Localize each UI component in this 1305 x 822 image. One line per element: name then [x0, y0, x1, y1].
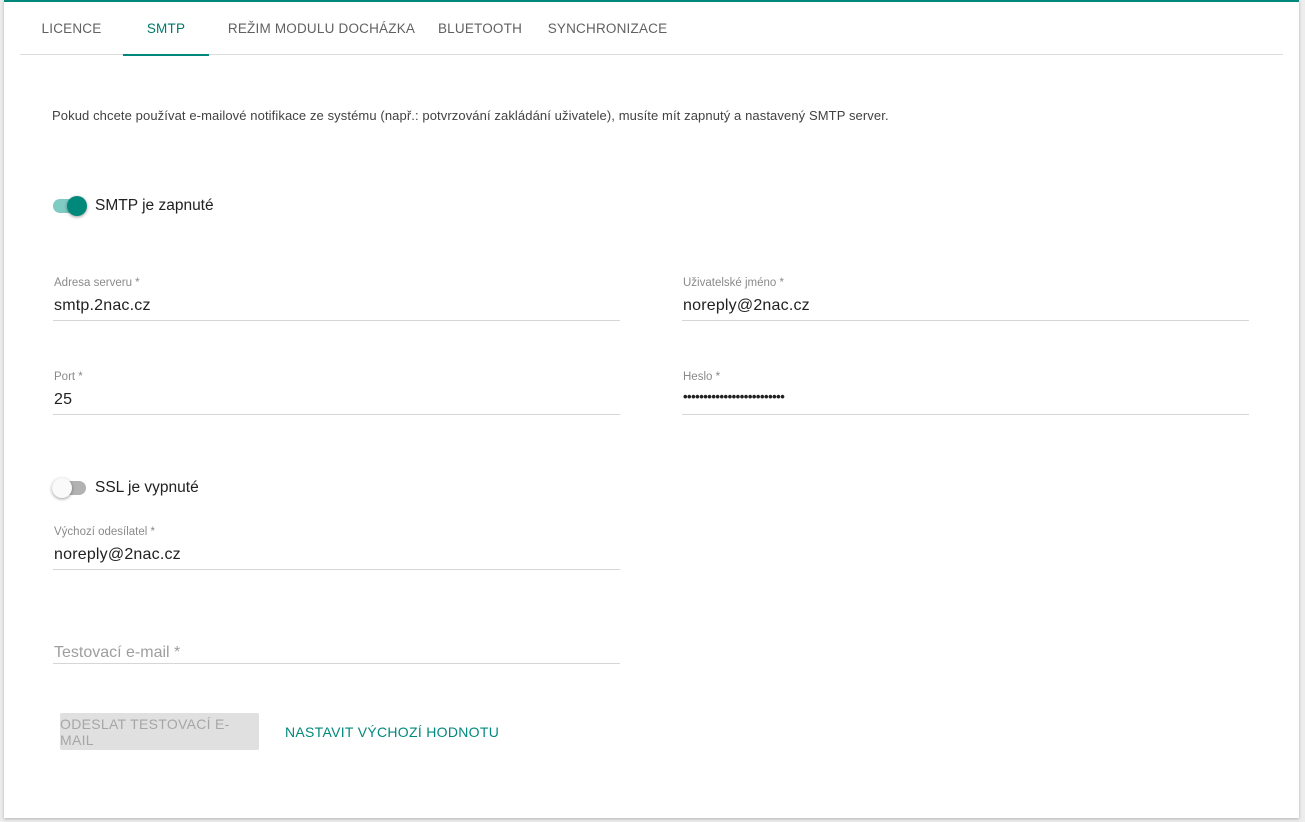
smtp-enabled-toggle[interactable]: SMTP je zapnuté — [52, 196, 214, 216]
tab-synchronizace[interactable]: SYNCHRONIZACE — [526, 2, 689, 55]
send-test-email-button[interactable]: ODESLAT TESTOVACÍ E-MAIL — [60, 713, 259, 750]
username-field[interactable]: Uživatelské jméno * noreply@2nac.cz — [682, 277, 1249, 321]
tab-licence[interactable]: LICENCE — [20, 2, 123, 55]
ssl-toggle-label: SSL je vypnuté — [95, 479, 199, 496]
test-email-field[interactable]: Testovací e-mail * — [53, 620, 620, 664]
default-sender-value[interactable]: noreply@2nac.cz — [54, 546, 181, 564]
test-email-placeholder[interactable]: Testovací e-mail * — [54, 644, 180, 662]
password-field[interactable]: Heslo * ••••••••••••••••••••••••• — [682, 371, 1249, 415]
server-address-field[interactable]: Adresa serveru * smtp.2nac.cz — [53, 277, 620, 321]
password-value[interactable]: ••••••••••••••••••••••••• — [683, 389, 785, 404]
username-label: Uživatelské jméno * — [683, 277, 784, 289]
port-value[interactable]: 25 — [54, 391, 72, 409]
username-value[interactable]: noreply@2nac.cz — [683, 297, 810, 315]
set-default-value-button[interactable]: NASTAVIT VÝCHOZÍ HODNOTU — [276, 713, 508, 750]
default-sender-label: Výchozí odesílatel * — [54, 526, 156, 538]
toggle-thumb — [67, 196, 87, 216]
server-address-value[interactable]: smtp.2nac.cz — [54, 297, 151, 315]
toggle-thumb — [52, 478, 72, 498]
settings-card: LICENCE SMTP REŽIM MODULU DOCHÁZKA BLUET… — [4, 0, 1299, 818]
smtp-toggle-label: SMTP je zapnuté — [95, 197, 214, 214]
tab-smtp[interactable]: SMTP — [123, 2, 209, 56]
smtp-info-text: Pokud chcete používat e-mailové notifika… — [52, 108, 889, 123]
password-label: Heslo * — [683, 371, 721, 383]
port-field[interactable]: Port * 25 — [53, 371, 620, 415]
port-label: Port * — [54, 371, 83, 383]
server-address-label: Adresa serveru * — [54, 277, 140, 289]
tab-bar: LICENCE SMTP REŽIM MODULU DOCHÁZKA BLUET… — [20, 2, 1283, 56]
ssl-toggle[interactable]: SSL je vypnuté — [52, 478, 199, 498]
toggle-switch[interactable] — [52, 196, 88, 216]
tab-rezim-modulu-dochazka[interactable]: REŽIM MODULU DOCHÁZKA — [209, 2, 434, 55]
default-sender-field[interactable]: Výchozí odesílatel * noreply@2nac.cz — [53, 526, 620, 570]
toggle-switch[interactable] — [52, 478, 88, 498]
tab-bluetooth[interactable]: BLUETOOTH — [434, 2, 526, 55]
